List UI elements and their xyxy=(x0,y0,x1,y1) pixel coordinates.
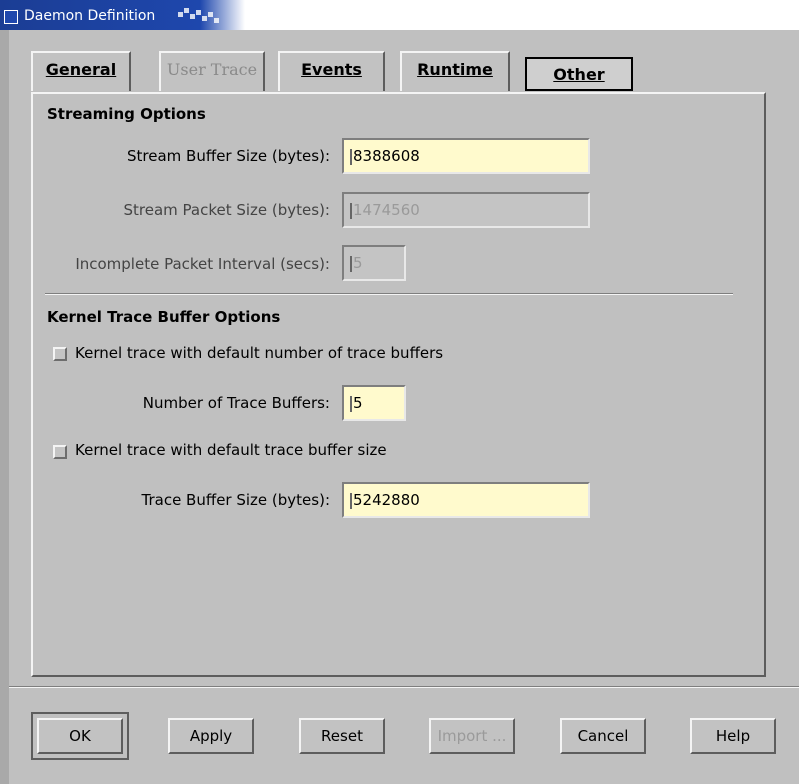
default-buffer-size-label: Kernel trace with default trace buffer s… xyxy=(75,441,387,459)
tab-user-trace[interactable]: User Trace xyxy=(159,51,265,91)
streaming-section-title: Streaming Options xyxy=(47,105,206,123)
stream-buffer-size-label: Stream Buffer Size (bytes): xyxy=(127,147,330,165)
tab-general[interactable]: General xyxy=(31,51,131,91)
packet-interval-input[interactable]: 5 xyxy=(342,245,406,281)
tab-runtime[interactable]: Runtime xyxy=(400,51,510,91)
window-menu-icon[interactable] xyxy=(4,10,18,24)
stream-packet-size-label: Stream Packet Size (bytes): xyxy=(123,201,330,219)
stream-packet-size-input[interactable]: 1474560 xyxy=(342,192,590,228)
tab-user-trace-label: User Trace xyxy=(166,60,258,79)
default-num-buffers-label: Kernel trace with default number of trac… xyxy=(75,344,444,362)
tab-general-label: General xyxy=(45,60,117,79)
title-pattern-icon xyxy=(178,8,226,24)
title-bar[interactable]: Daemon Definition xyxy=(0,0,799,30)
trace-buffer-size-value: 5242880 xyxy=(353,491,420,509)
tab-other[interactable]: Other xyxy=(525,57,633,91)
trace-buffer-size-label: Trace Buffer Size (bytes): xyxy=(141,491,331,509)
section-divider xyxy=(45,293,733,295)
num-trace-buffers-label: Number of Trace Buffers: xyxy=(142,394,330,412)
apply-button[interactable]: Apply xyxy=(168,718,254,754)
num-trace-buffers-value: 5 xyxy=(353,394,363,412)
tab-events[interactable]: Events xyxy=(278,51,385,91)
import-button[interactable]: Import ... xyxy=(429,718,515,754)
packet-interval-label: Incomplete Packet Interval (secs): xyxy=(75,255,330,273)
button-bar-divider xyxy=(9,686,799,688)
stream-packet-size-value: 1474560 xyxy=(353,201,420,219)
trace-buffer-size-input[interactable]: 5242880 xyxy=(342,482,590,518)
stream-buffer-size-value: 8388608 xyxy=(353,147,420,165)
cancel-button[interactable]: Cancel xyxy=(560,718,646,754)
num-trace-buffers-input[interactable]: 5 xyxy=(342,385,406,421)
stream-buffer-size-input[interactable]: 8388608 xyxy=(342,138,590,174)
tab-events-label: Events xyxy=(301,60,362,79)
tab-runtime-label: Runtime xyxy=(417,60,493,79)
help-button[interactable]: Help xyxy=(690,718,776,754)
kernel-section-title: Kernel Trace Buffer Options xyxy=(47,308,281,326)
window-title: Daemon Definition xyxy=(24,8,156,24)
reset-button[interactable]: Reset xyxy=(299,718,385,754)
default-num-buffers-checkbox[interactable] xyxy=(53,347,67,361)
packet-interval-value: 5 xyxy=(353,254,363,272)
ok-button[interactable]: OK xyxy=(37,718,123,754)
default-buffer-size-checkbox[interactable] xyxy=(53,445,67,459)
tab-other-label: Other xyxy=(553,65,605,84)
